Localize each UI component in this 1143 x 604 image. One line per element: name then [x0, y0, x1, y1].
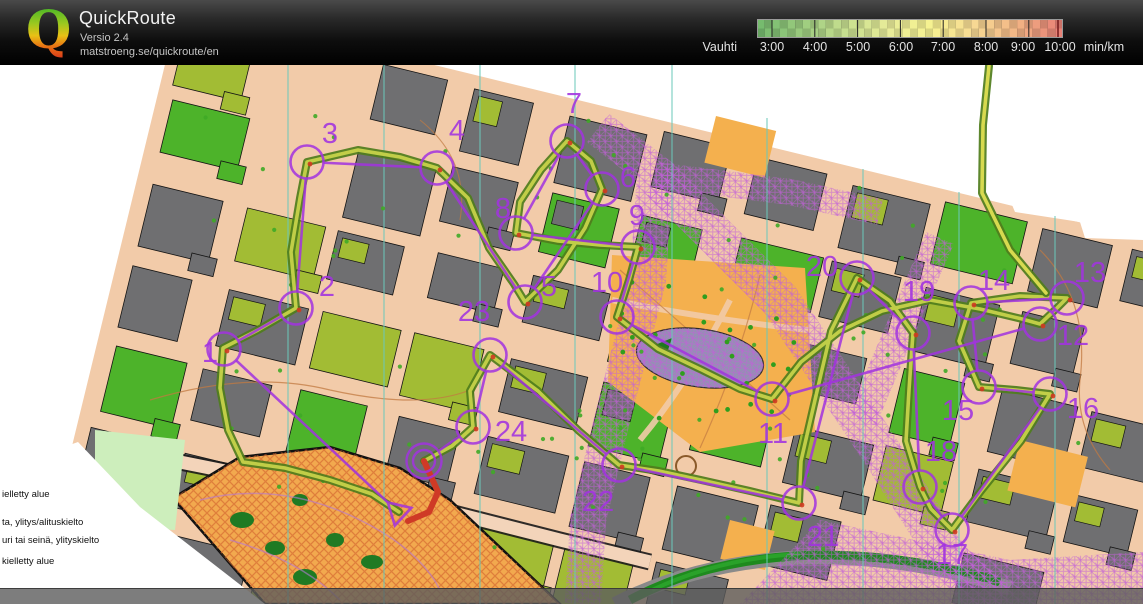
control-number: 14 [978, 265, 1010, 297]
app-logo-q: Q [26, 2, 71, 60]
legend-line: uri tai seinä, ylityskielto [2, 535, 99, 546]
pace-tick-label: 9:00 [1011, 40, 1035, 54]
control-number: 23 [458, 296, 490, 328]
control-number: 9 [629, 200, 645, 232]
punch-marker [297, 308, 302, 313]
control-number: 8 [495, 193, 511, 225]
punch-marker [914, 333, 919, 338]
punch-marker [773, 399, 778, 404]
legend-line: ta, ylitys/alituskielto [2, 517, 83, 528]
control-number: 13 [1074, 257, 1106, 289]
pace-tick-label: 4:00 [803, 40, 827, 54]
pace-tick-label: 3:00 [760, 40, 784, 54]
punch-marker [972, 303, 977, 308]
pace-tick-label: 5:00 [846, 40, 870, 54]
control-number: 10 [591, 267, 623, 299]
control-number: 19 [903, 276, 935, 308]
control-number: 5 [541, 271, 557, 303]
punch-marker [1041, 324, 1046, 329]
control-number: 1 [202, 337, 218, 369]
punch-marker [438, 168, 443, 173]
control-number: 6 [620, 162, 636, 194]
pace-tick-label: 8:00 [974, 40, 998, 54]
punch-marker [1068, 298, 1073, 303]
control-number: 21 [807, 521, 839, 553]
pace-tick-label: 6:00 [889, 40, 913, 54]
bottom-overlay-bar [0, 588, 1143, 604]
header-bar: Q QuickRoute Versio 2.4 matstroeng.se/qu… [0, 0, 1143, 65]
map-canvas: 123456789101112131415161718192021222324 [0, 65, 1143, 604]
punch-marker [308, 162, 313, 167]
punch-marker [953, 530, 958, 535]
control-number: 2 [319, 271, 335, 303]
app-title: QuickRoute [79, 8, 176, 29]
control-number: 18 [925, 436, 957, 468]
pace-unit: min/km [1084, 40, 1124, 54]
punch-marker [474, 427, 479, 432]
app-url: matstroeng.se/quickroute/en [80, 46, 219, 58]
control-number: 20 [806, 251, 838, 283]
legend-line: ielletty alue [2, 489, 50, 500]
quickroute-window: 123456789101112131415161718192021222324 … [0, 0, 1143, 604]
punch-marker [800, 503, 805, 508]
punch-marker [603, 189, 608, 194]
punch-marker [620, 465, 625, 470]
control-number: 7 [566, 88, 582, 120]
punch-marker [491, 355, 496, 360]
pace-tick-label: 7:00 [931, 40, 955, 54]
punch-marker [1051, 394, 1056, 399]
map-view[interactable]: 123456789101112131415161718192021222324 … [0, 65, 1143, 604]
punch-marker [225, 349, 230, 354]
control-number: 24 [495, 416, 527, 448]
punch-marker [639, 247, 644, 252]
control-number: 11 [758, 418, 788, 450]
punch-marker [568, 141, 573, 146]
pace-tick-label: 10:00 [1044, 40, 1075, 54]
punch-marker [618, 317, 623, 322]
punch-marker [980, 387, 985, 392]
legend-line: kielletty alue [2, 556, 54, 567]
control-number: 16 [1067, 393, 1099, 425]
control-number: 17 [936, 539, 968, 571]
punch-marker [858, 278, 863, 283]
control-number: 3 [322, 118, 338, 150]
control-number: 22 [582, 486, 614, 518]
control-number: 12 [1057, 320, 1089, 352]
pace-scale-title: Vauhti [690, 40, 737, 54]
punch-marker [526, 302, 531, 307]
pace-gradient-scale [757, 19, 1063, 38]
app-version: Versio 2.4 [80, 32, 129, 44]
punch-marker [517, 233, 522, 238]
control-number: 4 [449, 115, 465, 147]
punch-marker [921, 487, 926, 492]
control-number: 15 [942, 395, 974, 427]
